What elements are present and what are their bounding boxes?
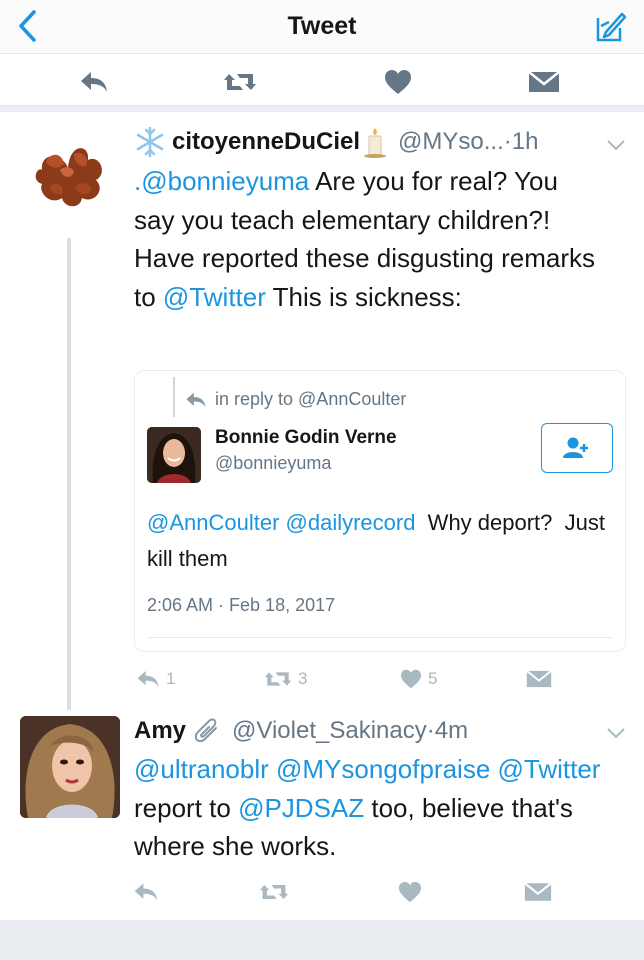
reply-icon[interactable]: [74, 58, 114, 106]
quoted-display-name[interactable]: Bonnie Godin Verne: [215, 427, 397, 449]
tweet-text: @ultranoblr @MYsongofpraise @Twitter rep…: [134, 750, 614, 866]
tweet-text: .@bonnieyuma Are you for real? You say y…: [134, 162, 604, 316]
like-icon: [401, 669, 421, 689]
retweet-count[interactable]: 3: [264, 662, 307, 696]
tweet-text-part: This is sickness:: [265, 281, 462, 312]
direct-message-icon[interactable]: [526, 662, 552, 696]
in-reply-to: in reply to @AnnCoulter: [185, 389, 406, 410]
compose-icon[interactable]: [594, 10, 628, 44]
paperclip-icon: [192, 716, 222, 746]
display-name[interactable]: citoyenneDuCiel: [172, 128, 360, 156]
mention-link[interactable]: @PJDSAZ: [238, 793, 364, 823]
snowflake-icon: [134, 126, 166, 158]
quoted-tweet-card[interactable]: in reply to @AnnCoulter Bonnie Godin Ver…: [134, 370, 626, 652]
quoted-user-handle[interactable]: @bonnieyuma: [215, 453, 331, 474]
quoted-user-avatar[interactable]: [147, 427, 201, 483]
mention-link[interactable]: @Twitter: [163, 282, 266, 312]
reply-icon: [186, 392, 206, 407]
retweet-count-value: 3: [298, 669, 308, 688]
avatar[interactable]: [20, 716, 120, 818]
direct-message-icon[interactable]: [524, 58, 564, 106]
reply-indicator-bar: [173, 377, 175, 417]
tweet-action-bar: [0, 58, 644, 106]
tweet-text-part: report to: [134, 792, 239, 823]
retweet-icon: [264, 672, 292, 686]
retweet-icon[interactable]: [254, 868, 294, 916]
tweet-stats: 1 3 5: [0, 662, 644, 696]
timestamp: 4m: [434, 717, 469, 744]
display-name[interactable]: Amy: [134, 717, 186, 745]
reply-count-value: 1: [166, 669, 176, 688]
reply-icon: [137, 671, 159, 687]
like-icon[interactable]: [390, 868, 430, 916]
chevron-down-icon[interactable]: [606, 726, 626, 740]
reply-count[interactable]: 1: [136, 662, 175, 696]
avatar[interactable]: [22, 126, 114, 218]
navigation-bar: Tweet: [0, 0, 644, 54]
divider: [147, 637, 613, 638]
mention-link[interactable]: .@bonnieyuma: [134, 166, 309, 196]
candle-icon: [362, 126, 388, 158]
chevron-down-icon[interactable]: [606, 138, 626, 152]
like-count[interactable]: 5: [400, 662, 437, 696]
in-reply-to-label[interactable]: in reply to @AnnCoulter: [215, 389, 406, 410]
user-handle[interactable]: @MYso...: [398, 128, 504, 156]
quoted-tweet-date: 2:06 AM · Feb 18, 2017: [147, 595, 336, 615]
tweet-header: Amy @Violet_Sakinacy · 4m: [134, 716, 468, 746]
follow-button[interactable]: [541, 423, 613, 473]
divider: [0, 106, 644, 112]
user-handle[interactable]: @Violet_Sakinacy: [232, 717, 427, 745]
reply-icon[interactable]: [126, 868, 166, 916]
timestamp: 1h: [511, 128, 539, 155]
mention-link[interactable]: @ultranoblr @MYsongofpraise @Twitter: [134, 754, 600, 784]
retweet-icon[interactable]: [220, 58, 260, 106]
like-count-value: 5: [428, 669, 438, 688]
mention-link[interactable]: @AnnCoulter @dailyrecord: [147, 510, 415, 535]
page-title: Tweet: [287, 12, 357, 40]
add-user-icon: [563, 437, 588, 458]
separator-dot: ·: [503, 128, 512, 155]
quoted-tweet-text: @AnnCoulter @dailyrecord Why deport? Jus…: [147, 505, 607, 577]
like-icon[interactable]: [378, 58, 418, 106]
tweet-header: citoyenneDuCiel @MYso... · 1h: [134, 126, 538, 158]
tweet-action-bar: [0, 868, 644, 916]
divider: [0, 920, 644, 960]
direct-message-icon[interactable]: [518, 868, 558, 916]
thread-connector-line: [67, 238, 71, 710]
separator-dot: ·: [426, 717, 435, 744]
